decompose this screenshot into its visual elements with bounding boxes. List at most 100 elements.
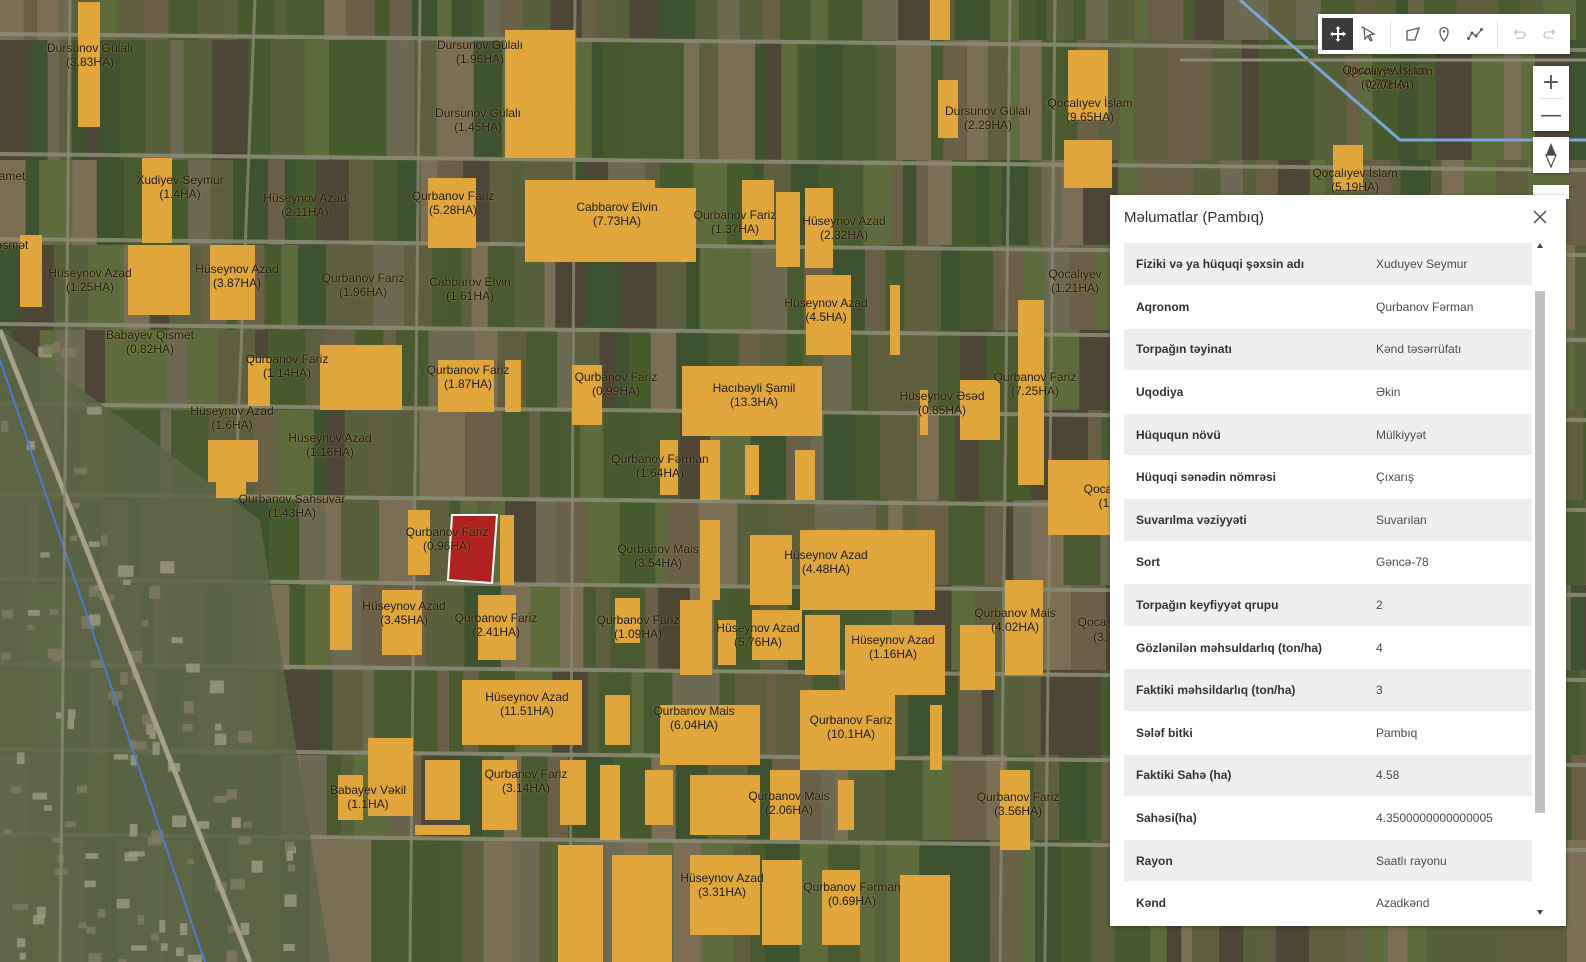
panel-scrollbar[interactable]	[1534, 241, 1548, 915]
building	[230, 878, 246, 890]
field-strip	[766, 670, 778, 755]
cotton-parcel	[338, 775, 363, 820]
field-strip	[325, 245, 360, 330]
field-strip	[1073, 0, 1086, 40]
field-strip	[952, 755, 987, 840]
cotton-parcel	[805, 188, 833, 268]
building	[42, 344, 55, 355]
cotton-parcel	[805, 615, 840, 675]
attribute-key: Fiziki və ya hüquqi şəxsin adı	[1124, 243, 1364, 287]
building	[160, 561, 175, 574]
attribute-row: Torpağın keyfiyyət qrupu 2	[1124, 583, 1532, 627]
undo-icon	[1513, 29, 1526, 39]
field-strip	[1570, 585, 1584, 670]
field-strip	[961, 840, 990, 962]
attribute-value: Mülkiyyət	[1364, 413, 1532, 457]
field-strip	[1013, 500, 1031, 585]
close-panel-button[interactable]	[1528, 205, 1552, 229]
redo-button[interactable]	[1535, 18, 1566, 50]
field-strip	[530, 585, 561, 670]
building	[213, 795, 228, 803]
move-tool-button[interactable]	[1322, 18, 1354, 50]
field-strip	[902, 160, 917, 245]
field-strip	[277, 410, 314, 500]
field-strip	[631, 670, 644, 755]
cotton-parcel	[210, 245, 255, 320]
point-tool-button[interactable]	[1428, 18, 1459, 50]
field-strip	[583, 585, 596, 670]
scrollbar-thumb[interactable]	[1535, 291, 1545, 813]
attribute-table-scroll[interactable]: Fiziki və ya hüquqi şəxsin adı Xuduyev Se…	[1124, 243, 1532, 919]
attribute-key: Aqronom	[1124, 285, 1364, 329]
undo-button[interactable]	[1504, 18, 1535, 50]
field-strip	[53, 245, 89, 330]
building	[64, 821, 77, 828]
scroll-down-arrow[interactable]	[1537, 910, 1543, 915]
building	[61, 348, 77, 358]
building	[183, 701, 194, 714]
cotton-parcel	[752, 610, 802, 660]
cotton-parcel	[938, 80, 958, 138]
field-strip	[316, 160, 349, 245]
building	[182, 723, 193, 732]
field-strip	[1074, 670, 1102, 755]
building	[118, 565, 134, 577]
building	[175, 947, 184, 957]
field-strip	[876, 40, 896, 160]
field-strip	[326, 410, 345, 500]
field-strip	[762, 0, 780, 40]
cotton-parcel	[700, 440, 720, 500]
building	[101, 535, 108, 546]
field-strip	[25, 160, 40, 245]
polygon-tool-button[interactable]	[1397, 18, 1428, 50]
polyline-tool-button[interactable]	[1460, 18, 1491, 50]
field-strip	[645, 585, 659, 670]
field-strip	[1574, 330, 1586, 410]
move-icon	[1329, 26, 1346, 42]
field-strip	[988, 40, 1008, 160]
building	[76, 785, 88, 793]
field-strip	[865, 245, 886, 330]
field-strip	[621, 410, 645, 500]
field-strip	[1416, 40, 1436, 160]
cotton-parcel	[920, 390, 928, 435]
cotton-parcel	[930, 705, 942, 770]
field-strip	[892, 160, 903, 245]
field-strip	[1021, 840, 1036, 962]
cotton-parcel	[320, 345, 402, 410]
field-strip	[305, 40, 330, 160]
select-tool-button[interactable]	[1353, 18, 1384, 50]
field-strip	[1471, 40, 1504, 160]
sketch-toolbar	[1318, 14, 1570, 54]
zoom-in-button[interactable]: +	[1533, 66, 1569, 98]
field-strip	[298, 245, 326, 330]
field-strip	[96, 160, 125, 245]
compass-button[interactable]	[1533, 137, 1569, 173]
field-strip	[836, 160, 864, 245]
field-strip	[188, 160, 211, 245]
field-strip	[658, 0, 696, 40]
attribute-row: Suvarılma vəziyyəti Suvarılan	[1124, 498, 1532, 542]
building	[283, 943, 295, 951]
building	[67, 718, 74, 730]
cotton-parcel	[1333, 145, 1363, 190]
field-strip	[348, 160, 374, 245]
field-strip	[426, 585, 465, 670]
field-strip	[629, 0, 659, 40]
cotton-parcel	[762, 860, 802, 945]
cotton-parcel	[930, 0, 950, 40]
field-strip	[440, 840, 462, 962]
cotton-parcel	[415, 825, 470, 835]
building	[89, 585, 101, 597]
zoom-out-button[interactable]: —	[1533, 99, 1569, 131]
field-strip	[0, 40, 31, 160]
cotton-parcel	[462, 680, 582, 745]
field-strip	[693, 160, 728, 245]
scroll-up-arrow[interactable]	[1537, 243, 1543, 248]
field-strip	[855, 410, 880, 500]
building	[214, 733, 227, 745]
field-strip	[324, 500, 342, 585]
field-strip	[1119, 40, 1133, 160]
building	[137, 914, 145, 925]
attribute-key: Sələf bitki	[1124, 711, 1364, 755]
